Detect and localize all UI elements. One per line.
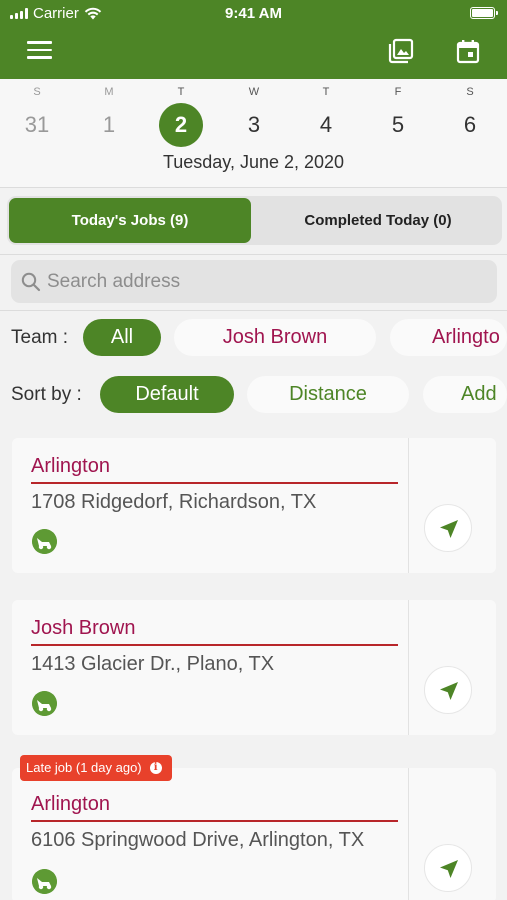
search-bar	[11, 260, 497, 303]
job-address: 6106 Springwood Drive, Arlington, TX	[31, 829, 365, 851]
sort-chip-default[interactable]: Default	[100, 376, 234, 413]
status-bar: Carrier 9:41 AM	[0, 0, 507, 28]
tab-todays-jobs[interactable]: Today's Jobs (9)	[9, 198, 251, 243]
team-chip-arlington[interactable]: Arlingto	[390, 319, 507, 356]
lawn-mower-icon	[32, 529, 57, 554]
navigate-button[interactable]	[424, 666, 472, 714]
search-icon	[21, 272, 41, 292]
team-underline	[31, 644, 398, 646]
battery-icon	[470, 7, 498, 19]
hamburger-menu-icon[interactable]	[27, 41, 52, 61]
navigation-arrow-icon	[440, 520, 458, 538]
team-chip-josh-brown[interactable]: Josh Brown	[174, 319, 376, 356]
job-address: 1413 Glacier Dr., Plano, TX	[31, 653, 275, 675]
card-separator	[408, 600, 409, 735]
lawn-mower-icon	[32, 869, 57, 894]
calendar-icon[interactable]	[455, 38, 481, 64]
lawn-mower-icon	[32, 691, 57, 716]
calendar-divider	[0, 187, 507, 188]
job-team-name: Arlington	[31, 793, 110, 815]
job-card[interactable]: Josh Brown 1413 Glacier Dr., Plano, TX	[12, 600, 496, 735]
tab-completed-today[interactable]: Completed Today (0)	[257, 198, 499, 243]
navigate-button[interactable]	[424, 504, 472, 552]
late-job-badge: Late job (1 day ago) i	[20, 755, 172, 781]
late-job-label: Late job (1 day ago)	[26, 760, 142, 775]
week-calendar: S 31 M 1 T 2 W 3 T 4 F 5 S 6 Tuesday, Ju…	[0, 79, 507, 187]
job-address: 1708 Ridgedorf, Richardson, TX	[31, 491, 317, 513]
team-filter-label: Team :	[11, 327, 69, 348]
team-underline	[31, 482, 398, 484]
info-icon[interactable]: i	[149, 762, 162, 774]
sort-chip-address[interactable]: Add	[423, 376, 507, 413]
jobs-tab-bar: Today's Jobs (9) Completed Today (0)	[7, 196, 502, 245]
navigate-button[interactable]	[424, 844, 472, 892]
card-separator	[408, 438, 409, 573]
job-team-name: Arlington	[31, 455, 110, 477]
job-card[interactable]: Arlington 6106 Springwood Drive, Arlingt…	[12, 768, 496, 900]
app-header: Carrier 9:41 AM	[0, 0, 507, 79]
team-underline	[31, 820, 398, 822]
navigation-arrow-icon	[440, 682, 458, 700]
search-divider	[0, 310, 507, 311]
navigation-arrow-icon	[440, 860, 458, 878]
team-chip-all[interactable]: All	[83, 319, 161, 356]
sort-filter-label: Sort by :	[11, 384, 82, 405]
tabs-divider	[0, 254, 507, 255]
job-team-name: Josh Brown	[31, 617, 136, 639]
card-separator	[408, 768, 409, 900]
photo-gallery-icon[interactable]	[388, 38, 414, 64]
sort-chip-distance[interactable]: Distance	[247, 376, 409, 413]
job-card[interactable]: Arlington 1708 Ridgedorf, Richardson, TX	[12, 438, 496, 573]
search-input[interactable]	[47, 266, 487, 297]
selected-date-label: Tuesday, June 2, 2020	[162, 152, 345, 172]
status-time: 9:41 AM	[225, 5, 282, 22]
